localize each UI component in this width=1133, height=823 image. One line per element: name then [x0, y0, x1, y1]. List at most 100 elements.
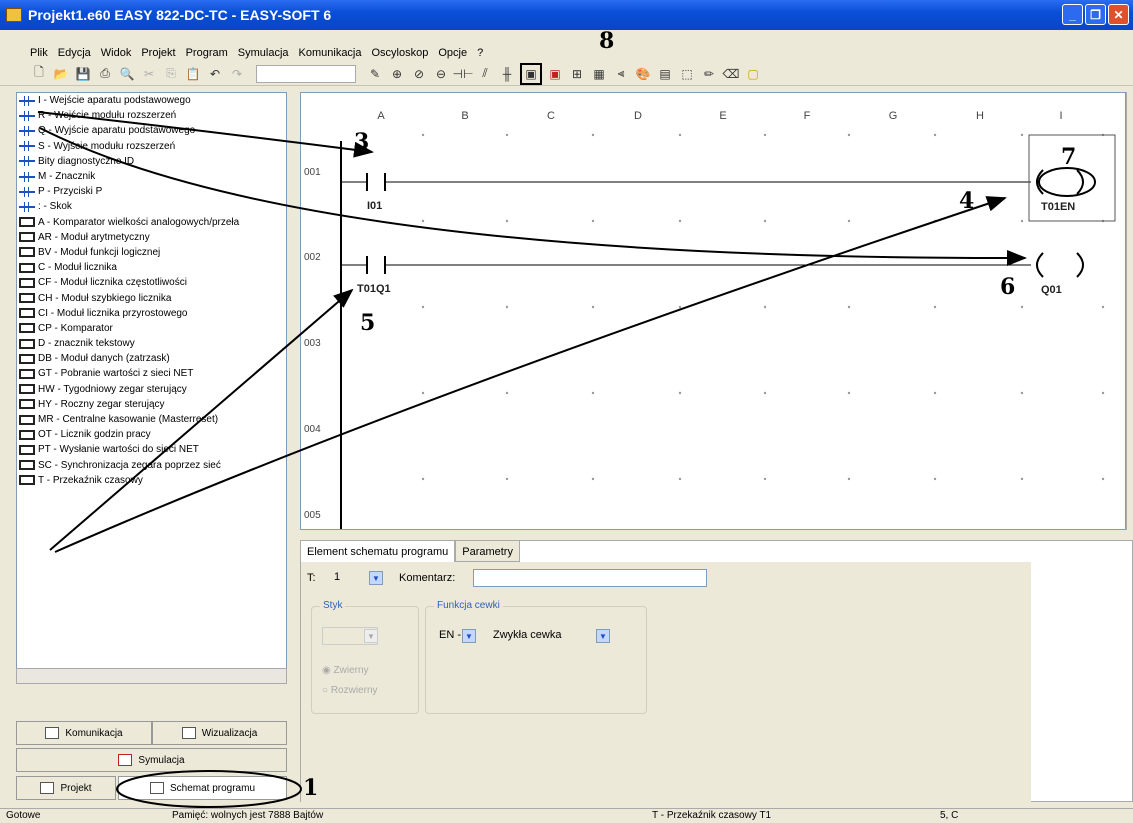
- tree-item[interactable]: I - Wejście aparatu podstawowego: [17, 93, 286, 108]
- grid-dot[interactable]: [421, 391, 425, 395]
- tree-item[interactable]: AR - Moduł arytmetyczny: [17, 230, 286, 245]
- tree-item[interactable]: D - znacznik tekstowy: [17, 336, 286, 351]
- tab-parametry[interactable]: Parametry: [455, 540, 520, 562]
- grid-dot[interactable]: [763, 391, 767, 395]
- menu-item-4[interactable]: Program: [186, 47, 228, 59]
- coil-left[interactable]: [1036, 252, 1044, 278]
- cewka-select[interactable]: Zwykła cewka: [490, 627, 610, 645]
- grid-dot[interactable]: [847, 133, 851, 137]
- coil-right[interactable]: [1076, 169, 1084, 195]
- schemat-programu-button[interactable]: Schemat programu: [118, 776, 287, 800]
- tree-item[interactable]: A - Komparator wielkości analogowych/prz…: [17, 215, 286, 230]
- tree-item[interactable]: Bity diagnostyczne ID: [17, 154, 286, 169]
- grid-dot[interactable]: [678, 133, 682, 137]
- grid-dot[interactable]: [421, 477, 425, 481]
- table-icon[interactable]: ▤: [656, 65, 674, 83]
- grid-dot[interactable]: [847, 305, 851, 309]
- tree-horizontal-scrollbar[interactable]: [16, 668, 287, 684]
- grid-dot[interactable]: [1020, 133, 1024, 137]
- diagram-canvas[interactable]: A B C D E F G H I 001 002 003 004 005 I01 T01EN T01Q1 Q01: [301, 93, 1126, 530]
- komunikacja-button[interactable]: Komunikacja: [16, 721, 152, 745]
- symulacja-button[interactable]: Symulacja: [16, 748, 287, 772]
- grid-dot[interactable]: [1101, 477, 1105, 481]
- grid-icon[interactable]: ⊞: [568, 65, 586, 83]
- zoom-select[interactable]: [256, 64, 356, 83]
- diagram-vertical-scrollbar[interactable]: [1126, 92, 1133, 530]
- tree-item[interactable]: C - Moduł licznika: [17, 260, 286, 275]
- menu-item-2[interactable]: Widok: [101, 47, 132, 59]
- grid-dot[interactable]: [1020, 477, 1024, 481]
- grid-dot[interactable]: [1101, 391, 1105, 395]
- coil-left[interactable]: [1036, 169, 1044, 195]
- tree-item[interactable]: T - Przekaźnik czasowy: [17, 473, 286, 488]
- grid-dot[interactable]: [1020, 391, 1024, 395]
- menu-item-3[interactable]: Projekt: [141, 47, 175, 59]
- menu-item-6[interactable]: Komunikacja: [299, 47, 362, 59]
- grid-dot[interactable]: [505, 477, 509, 481]
- grid-dot[interactable]: [678, 477, 682, 481]
- color-icon[interactable]: 🎨: [634, 65, 652, 83]
- tree-item[interactable]: CF - Moduł licznika częstotliwości: [17, 275, 286, 290]
- grid-dot[interactable]: [847, 219, 851, 223]
- print-icon[interactable]: ⎙: [96, 65, 114, 83]
- eraser-icon[interactable]: ⌫: [722, 65, 740, 83]
- tree-item[interactable]: MR - Centralne kasowanie (Masterreset): [17, 412, 286, 427]
- menu-item-9[interactable]: ?: [477, 47, 483, 59]
- pencil-icon[interactable]: ✏: [700, 65, 718, 83]
- zoom-out-icon[interactable]: ⊖: [432, 65, 450, 83]
- grid-dot[interactable]: [933, 133, 937, 137]
- grid-dot[interactable]: [1101, 305, 1105, 309]
- tree-item[interactable]: OT - Licznik godzin pracy: [17, 427, 286, 442]
- tree-item[interactable]: S - Wyjście modułu rozszerzeń: [17, 139, 286, 154]
- grid-dot[interactable]: [591, 477, 595, 481]
- tree-item[interactable]: CI - Moduł licznika przyrostowego: [17, 306, 286, 321]
- print-preview-icon[interactable]: 🔍: [118, 65, 136, 83]
- dots-grid-icon[interactable]: ▦: [590, 65, 608, 83]
- insert-module-icon[interactable]: ▣: [520, 62, 542, 85]
- tree-item[interactable]: M - Znacznik: [17, 169, 286, 184]
- select-icon[interactable]: ⬚: [678, 65, 696, 83]
- contact-nc-icon[interactable]: ⫽: [476, 65, 494, 83]
- grid-dot[interactable]: [847, 391, 851, 395]
- grid-dot[interactable]: [847, 477, 851, 481]
- grid-dot[interactable]: [505, 305, 509, 309]
- tree-item[interactable]: Q - Wyjście aparatu podstawowego: [17, 123, 286, 138]
- cewka-dropdown-icon[interactable]: ▼: [596, 629, 610, 643]
- menu-item-8[interactable]: Opcje: [438, 47, 467, 59]
- grid-dot[interactable]: [763, 477, 767, 481]
- menu-item-0[interactable]: Plik: [30, 47, 48, 59]
- t-dropdown-icon[interactable]: ▼: [369, 571, 383, 585]
- paste-icon[interactable]: 📋: [184, 65, 202, 83]
- grid-dot[interactable]: [933, 477, 937, 481]
- tree-item[interactable]: CH - Moduł szybkiego licznika: [17, 290, 286, 305]
- grid-dot[interactable]: [421, 219, 425, 223]
- menu-item-5[interactable]: Symulacja: [238, 47, 289, 59]
- tree-item[interactable]: CP - Komparator: [17, 321, 286, 336]
- grid-dot[interactable]: [933, 305, 937, 309]
- contact-no-icon[interactable]: ⊣⊢: [453, 65, 474, 83]
- grid-dot[interactable]: [591, 219, 595, 223]
- new-file-icon[interactable]: 🗋: [30, 65, 48, 83]
- grid-dot[interactable]: [421, 305, 425, 309]
- save-icon[interactable]: 💾: [74, 65, 92, 83]
- tree-item[interactable]: SC - Synchronizacja zegara poprzez sieć: [17, 458, 286, 473]
- t-select[interactable]: 1: [331, 569, 371, 587]
- zoom-in-icon[interactable]: ⊕: [388, 65, 406, 83]
- maximize-button[interactable]: ❐: [1085, 4, 1106, 25]
- tree-item[interactable]: BV - Moduł funkcji logicznej: [17, 245, 286, 260]
- grid-dot[interactable]: [678, 391, 682, 395]
- coil-right[interactable]: [1076, 252, 1084, 278]
- tree-item[interactable]: DB - Moduł danych (zatrzask): [17, 351, 286, 366]
- en-dropdown-icon[interactable]: ▼: [462, 629, 476, 643]
- cut-icon[interactable]: ✂: [140, 65, 158, 83]
- zoom-fit-icon[interactable]: ⊘: [410, 65, 428, 83]
- grid-dot[interactable]: [763, 219, 767, 223]
- grid-dot[interactable]: [1020, 219, 1024, 223]
- delete-module-icon[interactable]: ▣: [546, 65, 564, 83]
- grid-dot[interactable]: [505, 219, 509, 223]
- minimize-button[interactable]: _: [1062, 4, 1083, 25]
- grid-dot[interactable]: [1020, 305, 1024, 309]
- redo-icon[interactable]: ↷: [228, 65, 246, 83]
- grid-dot[interactable]: [591, 305, 595, 309]
- wizualizacja-button[interactable]: Wizualizacja: [152, 721, 287, 745]
